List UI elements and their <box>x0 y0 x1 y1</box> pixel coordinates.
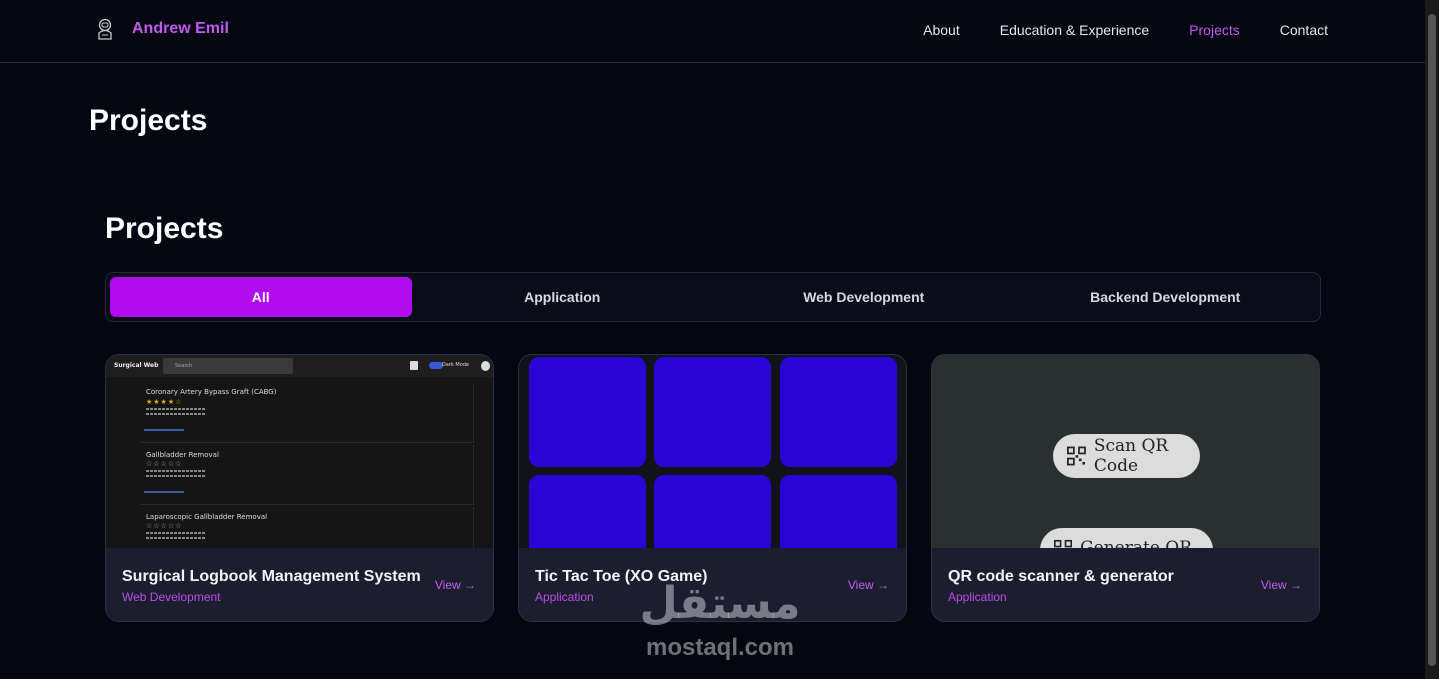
tic-tac-toe-cell <box>654 475 771 548</box>
project-card-footer: Surgical Logbook Management System Web D… <box>106 548 493 621</box>
project-preview-image <box>519 355 906 548</box>
mostaql-watermark: مستقل mostaql.com <box>633 582 807 662</box>
preview-item-stars: ☆☆☆☆☆ <box>146 522 183 530</box>
project-preview-image: Scan QR Code Generate QR Code <box>932 355 1319 548</box>
tic-tac-toe-cell <box>780 475 897 548</box>
brand-name[interactable]: Andrew Emil <box>132 20 229 38</box>
project-filter-tabs: All Application Web Development Backend … <box>105 272 1321 322</box>
filter-tab-web-development[interactable]: Web Development <box>713 277 1015 317</box>
qr-code-icon <box>1054 539 1073 548</box>
filter-tab-all[interactable]: All <box>110 277 412 317</box>
tic-tac-toe-cell <box>529 475 646 548</box>
preview-link <box>144 491 184 493</box>
bell-icon <box>410 361 418 370</box>
project-category: Web Development <box>122 590 221 604</box>
preview-meta-line <box>146 470 206 472</box>
preview-meta-line <box>146 408 206 410</box>
preview-meta-line <box>146 413 206 415</box>
view-project-link[interactable]: View → <box>848 578 889 592</box>
project-card[interactable]: Scan QR Code Generate QR Code QR code sc… <box>931 354 1320 622</box>
toggle-icon <box>429 362 443 369</box>
preview-item-name: Coronary Artery Bypass Graft (CABG) <box>146 388 277 396</box>
watermark-arabic: مستقل <box>639 579 801 628</box>
filter-tab-backend-development[interactable]: Backend Development <box>1015 277 1317 317</box>
preview-item-stars: ★★★★☆ <box>146 398 183 406</box>
preview-meta-line <box>146 537 206 539</box>
tic-tac-toe-cell <box>654 357 771 467</box>
generate-qr-button-preview: Generate QR Code <box>1040 528 1213 548</box>
nav-link-contact[interactable]: Contact <box>1280 22 1328 38</box>
watermark-latin: mostaql.com <box>645 634 795 661</box>
brand[interactable]: Andrew Emil <box>94 17 229 41</box>
preview-link <box>144 429 184 431</box>
project-card-footer: QR code scanner & generator Application … <box>932 548 1319 621</box>
qr-code-icon <box>1067 446 1086 466</box>
avatar-icon <box>481 361 490 371</box>
scan-qr-button-preview: Scan QR Code <box>1053 434 1200 478</box>
view-project-link[interactable]: View → <box>1261 578 1302 592</box>
nav-link-education-experience[interactable]: Education & Experience <box>1000 22 1149 38</box>
project-preview-image: Surgical Web Search Dark Mode Coronary A… <box>106 355 493 548</box>
project-title: Surgical Logbook Management System <box>122 568 421 585</box>
preview-item-stars: ☆☆☆☆☆ <box>146 460 183 468</box>
project-category: Application <box>948 590 1007 604</box>
scan-qr-label: Scan QR Code <box>1093 436 1169 476</box>
preview-search: Search <box>163 358 293 374</box>
preview-meta-line <box>146 475 206 477</box>
nav-links: About Education & Experience Projects Co… <box>883 22 1328 38</box>
project-category: Application <box>535 590 594 604</box>
preview-brand: Surgical Web <box>114 362 159 369</box>
preview-mode-label: Dark Mode <box>441 362 469 368</box>
navbar: Andrew Emil About Education & Experience… <box>0 0 1425 63</box>
scrollbar-thumb[interactable] <box>1428 14 1436 666</box>
tic-tac-toe-cell <box>780 357 897 467</box>
generate-qr-label: Generate QR Code <box>1080 538 1193 548</box>
nav-link-about[interactable]: About <box>923 22 960 38</box>
page-scrollbar[interactable] <box>1425 0 1439 679</box>
page-title: Projects <box>89 104 208 137</box>
tic-tac-toe-cell <box>529 357 646 467</box>
preview-meta-line <box>146 532 206 534</box>
project-title: QR code scanner & generator <box>948 568 1174 585</box>
filter-tab-application[interactable]: Application <box>412 277 714 317</box>
preview-item-name: Laparoscopic Gallbladder Removal <box>146 513 268 521</box>
nav-link-projects[interactable]: Projects <box>1189 22 1240 38</box>
preview-item-name: Gallbladder Removal <box>146 451 219 459</box>
preview-search-placeholder: Search <box>175 363 193 369</box>
view-project-link[interactable]: View → <box>435 578 476 592</box>
astronaut-logo-icon <box>98 18 112 40</box>
section-title: Projects <box>105 212 224 245</box>
project-card[interactable]: Surgical Web Search Dark Mode Coronary A… <box>105 354 494 622</box>
